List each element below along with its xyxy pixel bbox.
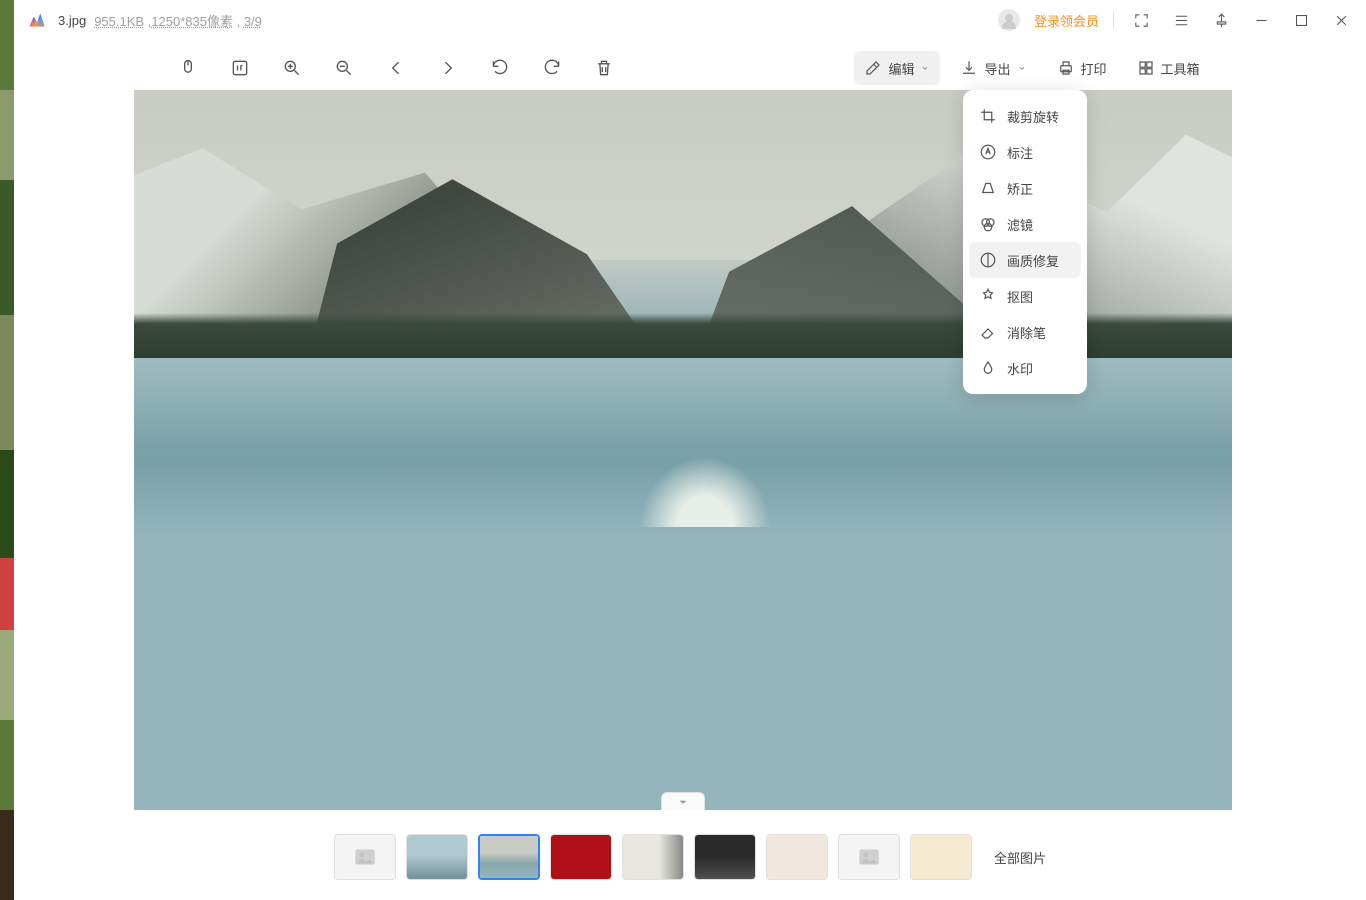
- close-icon[interactable]: [1328, 7, 1354, 33]
- edit-label: 编辑: [888, 59, 914, 78]
- rotate-right-icon[interactable]: [534, 50, 570, 86]
- print-icon: [1057, 59, 1075, 77]
- chevron-down-icon: [1017, 63, 1027, 73]
- thumbnail-7[interactable]: [766, 834, 828, 880]
- menu-label: 抠图: [1007, 287, 1033, 306]
- file-size: 955.1KB: [94, 14, 144, 29]
- export-icon: [960, 59, 978, 77]
- thumbnail-strip: 全部图片: [14, 822, 1366, 900]
- menu-label: 裁剪旋转: [1007, 107, 1059, 126]
- window-edge-strip: [0, 0, 14, 900]
- menu-item-straighten[interactable]: 矫正: [969, 170, 1081, 206]
- edit-icon: [864, 59, 882, 77]
- eraser-icon: [979, 323, 997, 341]
- zoom-out-icon[interactable]: [326, 50, 362, 86]
- straighten-icon: [979, 179, 997, 197]
- file-info: 955.1KB ,1250*835像素 , 3/9: [94, 11, 262, 30]
- print-button[interactable]: 打印: [1047, 51, 1117, 85]
- menu-label: 水印: [1007, 359, 1033, 378]
- file-index: 3/9: [244, 14, 262, 29]
- menu-item-quality-repair[interactable]: 画质修复: [969, 242, 1081, 278]
- menu-label: 标注: [1007, 143, 1033, 162]
- cutout-icon: [979, 287, 997, 305]
- delete-icon[interactable]: [586, 50, 622, 86]
- vip-login-link[interactable]: 登录领会员: [1034, 11, 1099, 30]
- zoom-in-icon[interactable]: [274, 50, 310, 86]
- menu-item-watermark[interactable]: 水印: [969, 350, 1081, 386]
- divider: [1113, 11, 1114, 29]
- menu-item-annotate[interactable]: 标注: [969, 134, 1081, 170]
- pin-icon[interactable]: [1208, 7, 1234, 33]
- maximize-icon[interactable]: [1288, 7, 1314, 33]
- toolbox-label: 工具箱: [1161, 59, 1200, 78]
- watermark-icon: [979, 359, 997, 377]
- mouse-icon[interactable]: [170, 50, 206, 86]
- app-logo-icon: [26, 9, 48, 31]
- menu-icon[interactable]: [1168, 7, 1194, 33]
- user-avatar-icon[interactable]: [998, 9, 1020, 31]
- filter-icon: [979, 215, 997, 233]
- export-button[interactable]: 导出: [950, 51, 1036, 85]
- edit-dropdown-menu: 裁剪旋转 标注 矫正 滤镜 画质修复 抠图 消除笔 水印: [963, 90, 1087, 394]
- export-label: 导出: [984, 59, 1010, 78]
- menu-item-crop[interactable]: 裁剪旋转: [969, 98, 1081, 134]
- file-name: 3.jpg: [58, 13, 86, 28]
- thumbnail-3[interactable]: [478, 834, 540, 880]
- thumbnail-2[interactable]: [406, 834, 468, 880]
- chevron-down-icon: [920, 63, 930, 73]
- menu-label: 滤镜: [1007, 215, 1033, 234]
- menu-label: 消除笔: [1007, 323, 1046, 342]
- file-dimensions: 1250*835像素: [151, 14, 233, 29]
- thumbnail-toggle-handle[interactable]: [661, 792, 705, 810]
- quality-icon: [979, 251, 997, 269]
- edit-button[interactable]: 编辑: [854, 51, 940, 85]
- menu-item-eraser[interactable]: 消除笔: [969, 314, 1081, 350]
- titlebar: 3.jpg 955.1KB ,1250*835像素 , 3/9 登录领会员: [14, 0, 1366, 40]
- prev-icon[interactable]: [378, 50, 414, 86]
- print-label: 打印: [1081, 59, 1107, 78]
- fullscreen-icon[interactable]: [1128, 7, 1154, 33]
- menu-label: 画质修复: [1007, 251, 1059, 270]
- crop-icon: [979, 107, 997, 125]
- grid-icon: [1137, 59, 1155, 77]
- thumbnail-5[interactable]: [622, 834, 684, 880]
- menu-label: 矫正: [1007, 179, 1033, 198]
- all-images-link[interactable]: 全部图片: [994, 848, 1046, 867]
- thumbnail-6[interactable]: [694, 834, 756, 880]
- thumbnail-1[interactable]: [334, 834, 396, 880]
- thumbnail-4[interactable]: [550, 834, 612, 880]
- rotate-left-icon[interactable]: [482, 50, 518, 86]
- main-toolbar: 编辑 导出 打印 工具箱: [14, 48, 1366, 88]
- thumbnail-9[interactable]: [910, 834, 972, 880]
- thumbnail-8[interactable]: [838, 834, 900, 880]
- annotate-icon: [979, 143, 997, 161]
- minimize-icon[interactable]: [1248, 7, 1274, 33]
- menu-item-cutout[interactable]: 抠图: [969, 278, 1081, 314]
- toolbox-button[interactable]: 工具箱: [1127, 51, 1210, 85]
- actual-size-icon[interactable]: [222, 50, 258, 86]
- menu-item-filter[interactable]: 滤镜: [969, 206, 1081, 242]
- next-icon[interactable]: [430, 50, 466, 86]
